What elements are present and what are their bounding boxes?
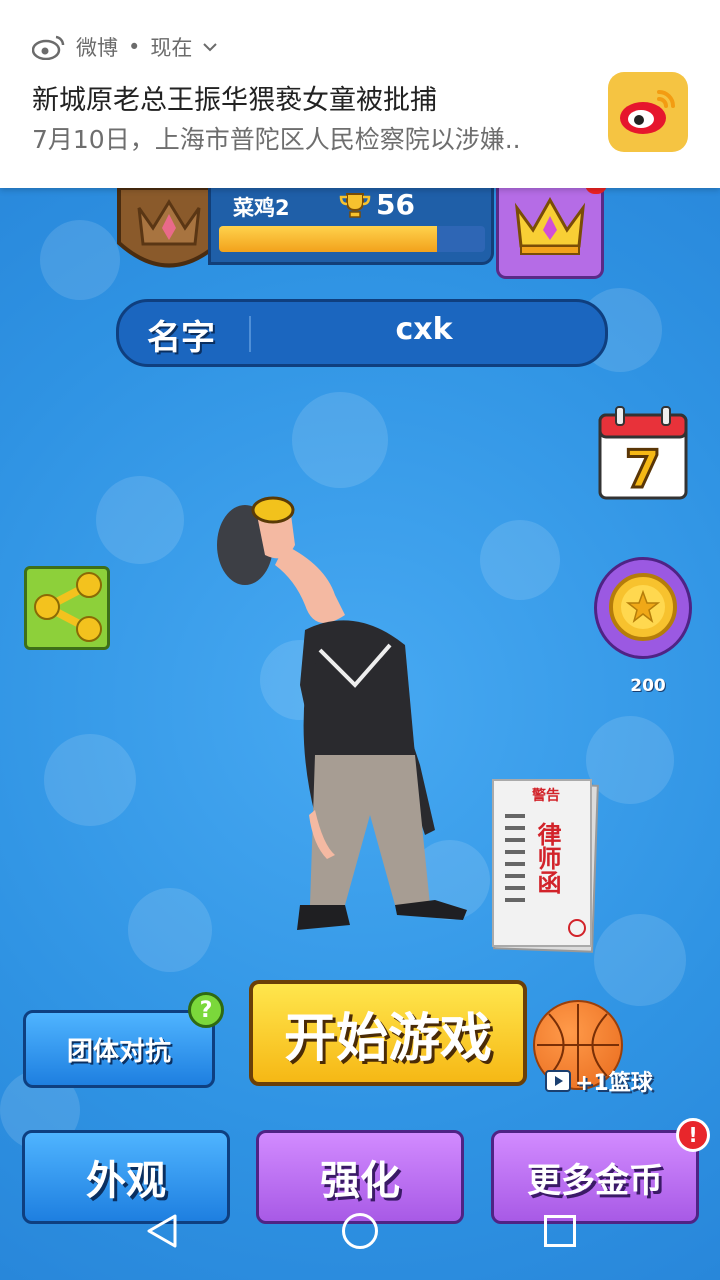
basketball-reward[interactable]: +1篮球 — [545, 1065, 653, 1097]
weibo-logo-icon — [620, 90, 675, 134]
rank-name: 菜鸡2 — [233, 196, 290, 220]
letter-title-text: 律师函 — [533, 822, 561, 894]
home-icon[interactable] — [342, 1213, 378, 1249]
name-field[interactable]: 名字 cxk — [116, 299, 608, 367]
xp-progress-bar — [219, 226, 485, 252]
calendar-icon: 7 — [598, 406, 688, 502]
name-label: 名字 — [147, 318, 215, 358]
daily-calendar-button[interactable]: 7 — [598, 405, 688, 502]
calendar-day: 7 — [625, 440, 661, 500]
notification-title: 新城原老总王振华猥亵女童被批捕 — [32, 85, 437, 116]
weibo-small-icon — [32, 35, 65, 60]
back-icon[interactable] — [145, 1213, 179, 1249]
weibo-notification[interactable]: 微博 • 现在 新城原老总王振华猥亵女童被批捕 7月10日，上海市普陀区人民检察… — [0, 0, 720, 188]
separator-dot: • — [128, 35, 141, 59]
rank-shield-icon[interactable] — [115, 188, 223, 283]
gold-coin-icon — [609, 573, 677, 641]
team-battle-label: 团体对抗 — [66, 1036, 171, 1067]
team-battle-button[interactable]: 团体对抗 — [23, 1010, 215, 1088]
share-button[interactable] — [24, 566, 110, 650]
profile-bar: 菜鸡2 56 — [208, 188, 494, 265]
start-game-label: 开始游戏 — [283, 1008, 492, 1069]
start-game-button[interactable]: 开始游戏 — [249, 980, 527, 1086]
recent-apps-icon[interactable] — [544, 1215, 576, 1247]
crown-icon — [514, 196, 586, 255]
trophy-icon — [339, 193, 371, 218]
help-badge[interactable]: ? — [188, 992, 224, 1028]
notification-header: 微博 • 现在 — [32, 32, 218, 62]
basketball-reward-label: +1篮球 — [575, 1071, 653, 1096]
share-icon — [34, 572, 102, 642]
video-play-icon — [545, 1070, 571, 1092]
lawyer-letter-stack: 警告 律师函 — [491, 778, 599, 954]
player-character — [217, 496, 467, 930]
xp-progress-fill — [219, 226, 438, 252]
notification-app-name: 微博 — [76, 36, 118, 60]
weibo-logo — [608, 72, 688, 152]
trophy-count: 56 — [376, 188, 415, 221]
player-name: cxk — [395, 312, 453, 347]
coin-reward-button[interactable] — [594, 557, 692, 659]
letter-warning-text: 警告 — [532, 787, 560, 804]
notification-time: 现在 — [150, 36, 193, 60]
coin-reward-amount: 200 — [630, 676, 666, 696]
chevron-down-icon[interactable] — [202, 41, 218, 53]
notification-body: 7月10日，上海市普陀区人民检察院以涉嫌.. — [32, 125, 521, 154]
crown-button[interactable] — [496, 188, 604, 279]
name-divider — [249, 316, 251, 352]
alert-badge: ! — [676, 1118, 710, 1152]
